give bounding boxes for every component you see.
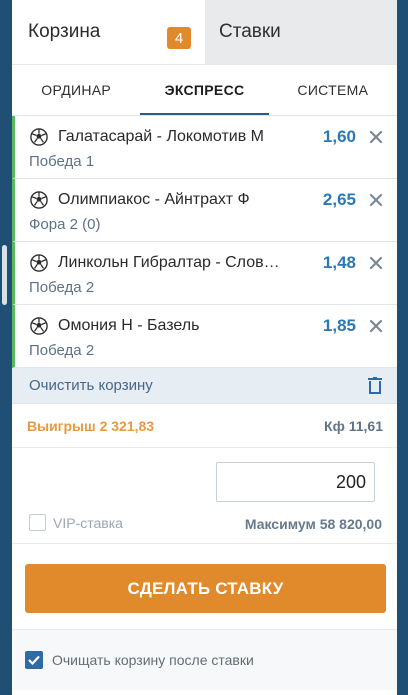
tab-cart[interactable]: Корзина 4 (12, 0, 205, 64)
close-icon[interactable] (368, 192, 384, 208)
cart-count-badge: 4 (167, 27, 191, 49)
vip-bet-checkbox[interactable]: VIP-ставка (29, 514, 123, 531)
event-odds: 2,65 (322, 190, 356, 209)
soccer-ball-icon (30, 254, 48, 272)
soccer-ball-icon (30, 191, 48, 209)
tab-bets[interactable]: Ставки (205, 0, 397, 64)
event-odds: 1,85 (322, 316, 356, 335)
total-coefficient: Кф 11,61 (324, 417, 383, 434)
event-odds: 1,48 (322, 253, 356, 272)
close-icon[interactable] (368, 255, 384, 271)
event-item: Олимпиакос - Айнтрахт Ф Фора 2 (0) 2,65 (12, 179, 397, 242)
event-item: Омония Н - Базель Победа 2 1,85 (12, 305, 397, 368)
stake-input[interactable] (216, 462, 375, 502)
tab-system[interactable]: СИСТЕМА (269, 65, 397, 115)
event-outcome: Победа 2 (29, 279, 95, 296)
clear-cart-label: Очистить корзину (29, 377, 153, 394)
top-tabs: Корзина 4 Ставки (12, 0, 397, 64)
tab-bets-label: Ставки (219, 21, 281, 42)
place-bet-button[interactable]: СДЕЛАТЬ СТАВКУ (25, 564, 386, 613)
close-icon[interactable] (368, 318, 384, 334)
checkbox-checked[interactable] (25, 651, 43, 669)
clear-after-bet-label: Очищать корзину после ставки (52, 652, 254, 668)
event-outcome: Победа 1 (29, 153, 95, 170)
event-item: Галатасарай - Локомотив М Победа 1 1,60 (12, 116, 397, 179)
event-list: Галатасарай - Локомотив М Победа 1 1,60 … (12, 116, 397, 368)
checkmark-icon (28, 655, 40, 665)
event-name: Линкольн Гибралтар - Слов… (58, 254, 280, 271)
clear-after-bet-checkbox[interactable]: Очищать корзину после ставки (12, 630, 397, 690)
tab-single[interactable]: ОРДИНАР (12, 65, 140, 115)
stake-section: VIP-ставка Максимум 58 820,00 (12, 448, 397, 544)
event-odds: 1,60 (322, 127, 356, 146)
bet-summary: Выигрыш 2 321,83 Кф 11,61 (12, 404, 397, 448)
maximum-stake: Максимум 58 820,00 (244, 516, 382, 532)
close-icon[interactable] (368, 129, 384, 145)
submit-section: СДЕЛАТЬ СТАВКУ (12, 544, 397, 630)
event-outcome: Фора 2 (0) (29, 216, 101, 233)
event-name: Галатасарай - Локомотив М (58, 128, 265, 145)
panel-resize-handle[interactable] (2, 245, 7, 305)
event-outcome: Победа 2 (29, 342, 95, 359)
event-name: Омония Н - Базель (58, 317, 200, 334)
vip-bet-label: VIP-ставка (53, 514, 123, 531)
soccer-ball-icon (30, 317, 48, 335)
potential-win: Выигрыш 2 321,83 (27, 417, 155, 434)
event-name: Олимпиакос - Айнтрахт Ф (58, 191, 250, 208)
bet-slip-panel: Корзина 4 Ставки ОРДИНАР ЭКСПРЕСС СИСТЕМ… (12, 0, 397, 695)
tab-express[interactable]: ЭКСПРЕСС (140, 65, 269, 115)
trash-icon[interactable] (368, 377, 382, 394)
bet-type-tabs: ОРДИНАР ЭКСПРЕСС СИСТЕМА (12, 64, 397, 116)
soccer-ball-icon (30, 128, 48, 146)
event-item: Линкольн Гибралтар - Слов… Победа 2 1,48 (12, 242, 397, 305)
tab-cart-label: Корзина (28, 21, 101, 42)
clear-cart-button[interactable]: Очистить корзину (12, 368, 397, 404)
vip-checkbox-box[interactable] (29, 514, 46, 531)
